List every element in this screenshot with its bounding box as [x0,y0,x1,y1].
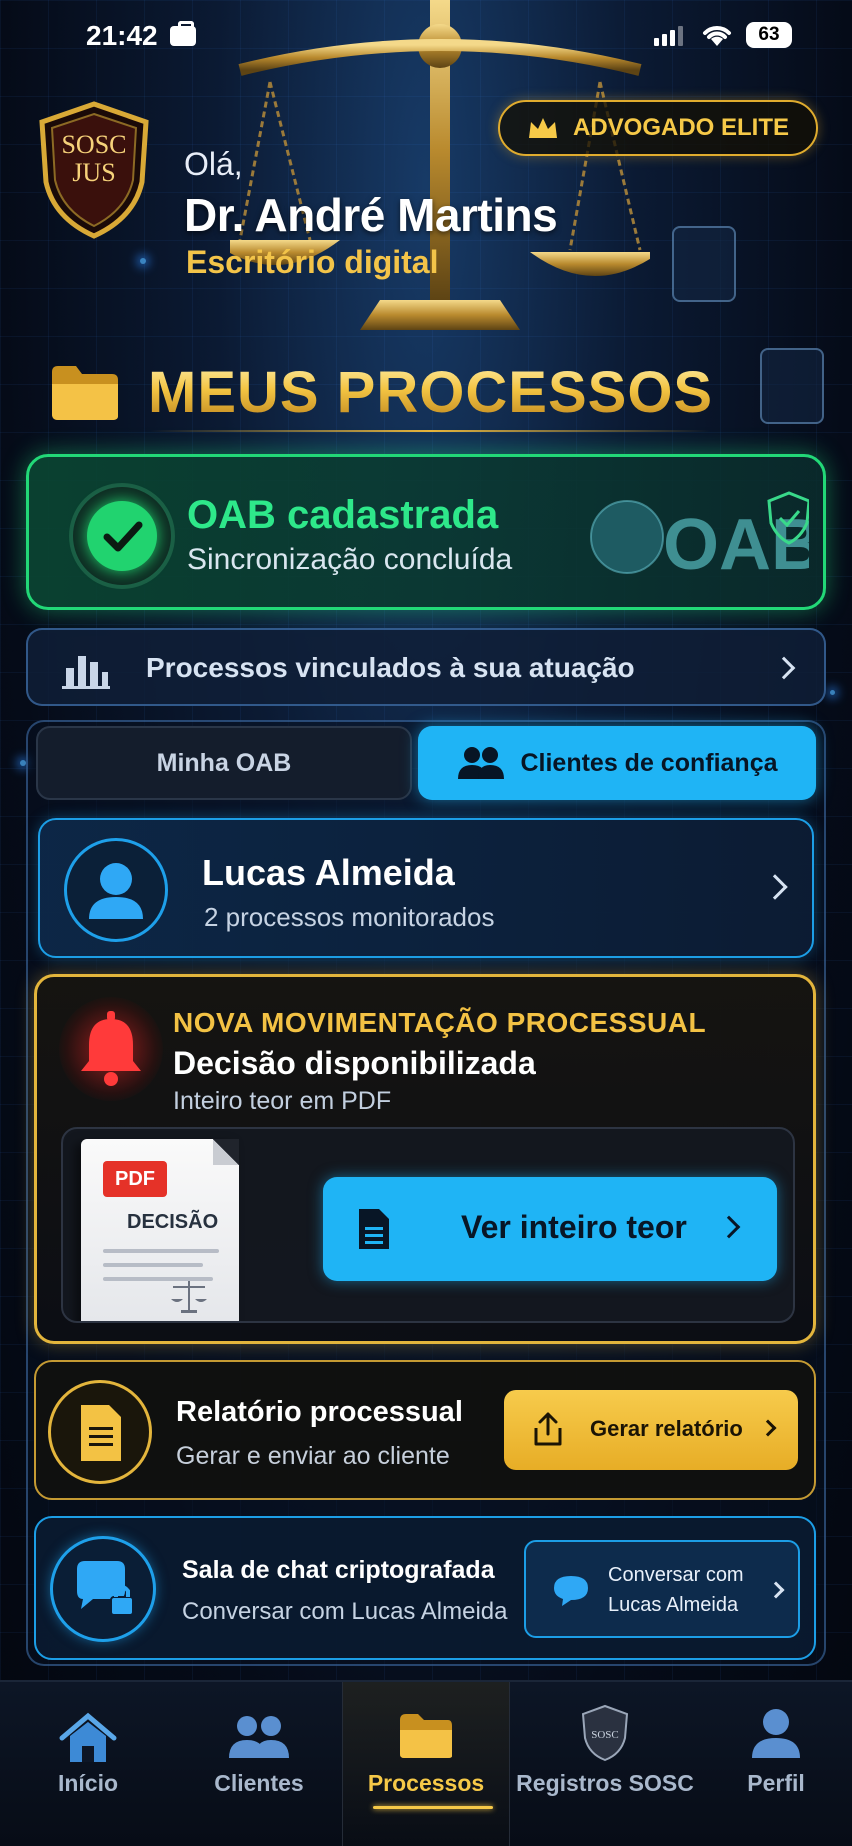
linked-processes-label: Processos vinculados à sua atuação [146,652,635,683]
pdf-text-line [103,1249,219,1253]
report-title: Relatório processual [176,1396,463,1428]
person-icon [89,863,143,919]
nav-label: Clientes [214,1770,304,1796]
shield-icon-text: SOSC [591,1729,619,1741]
users-icon [229,1716,289,1758]
home-icon [59,1712,117,1762]
bell-icon [59,997,163,1101]
person-icon [752,1709,800,1758]
generate-report-button[interactable]: Gerar relatório [504,1390,798,1470]
tab-minha-oab[interactable]: Minha OAB [36,726,412,800]
folder-icon [52,366,118,420]
report-document-icon [48,1380,152,1484]
share-icon [534,1412,562,1446]
alert-subtitle: Inteiro teor em PDF [173,1087,392,1115]
pdf-tag: PDF [103,1161,167,1197]
active-indicator [373,1806,493,1809]
bottom-navigation: Início Clientes Processos SOSC Registros… [0,1680,852,1846]
shield-icon [672,226,736,302]
chat-button-label-line2: Lucas Almeida [608,1594,739,1616]
bar-chart-icon [62,656,110,689]
nav-item-registros-sosc[interactable]: SOSC Registros SOSC [510,1682,700,1846]
chevron-right-icon [759,1419,777,1437]
pdf-label: DECISÃO [127,1211,219,1233]
crown-icon [528,118,557,138]
oab-logo: OAB [590,491,809,583]
shield-icon [760,348,824,424]
process-movement-alert: NOVA MOVIMENTAÇÃO PROCESSUAL Decisão dis… [34,974,816,1344]
nav-label: Registros SOSC [516,1770,694,1796]
tab-clientes-de-confianca[interactable]: Clientes de confiança [418,726,816,800]
status-time: 21:42 [86,20,158,51]
view-full-text-label: Ver inteiro teor [461,1209,687,1245]
report-subtitle: Gerar e enviar ao cliente [176,1442,450,1470]
nav-label: Início [57,1770,119,1796]
section-divider [150,430,710,432]
nav-item-perfil[interactable]: Perfil [700,1682,852,1846]
tab-label: Clientes de confiança [520,748,778,777]
scales-icon [171,1281,207,1313]
check-icon [69,483,175,589]
pdf-preview-box: PDF DECISÃO Ver inteiro teor [61,1127,795,1323]
linked-processes-row[interactable]: Processos vinculados à sua atuação [26,628,826,706]
client-card[interactable]: Lucas Almeida 2 processos monitorados [38,818,814,958]
sosc-jus-logo: SOSC JUS [36,100,152,240]
chat-button-label-line1: Conversar com [608,1564,744,1586]
chat-subtitle: Conversar com Lucas Almeida [182,1598,508,1625]
avatar [64,838,168,942]
view-full-text-button[interactable]: Ver inteiro teor [323,1177,777,1281]
oab-status-card: OAB cadastrada Sincronização concluída O… [26,454,826,610]
chat-bubble-icon [554,1576,588,1606]
scales-of-justice-icon [230,0,650,330]
chevron-right-icon [772,656,796,680]
encrypted-chat-card: Sala de chat criptografada Conversar com… [34,1516,816,1660]
users-icon [458,747,505,779]
chat-with-client-button[interactable]: Conversar com Lucas Almeida [524,1540,800,1638]
nav-item-processos[interactable]: Processos [342,1682,510,1846]
shield-icon: SOSC [581,1704,629,1762]
cellular-signal-icon [654,24,683,46]
briefcase-icon [170,21,196,46]
folder-icon [400,1714,452,1758]
nav-item-clientes[interactable]: Clientes [176,1682,342,1846]
section-title: MEUS PROCESSOS [50,352,740,432]
user-name: Dr. André Martins [184,189,558,241]
nav-label: Processos [367,1770,485,1796]
battery-indicator: 63 [746,22,792,48]
background-light [140,258,146,264]
nav-item-inicio[interactable]: Início [0,1682,176,1846]
pdf-document-icon: PDF DECISÃO [81,1139,239,1321]
chevron-right-icon [762,874,788,900]
report-card: Relatório processual Gerar e enviar ao c… [34,1360,816,1500]
chat-title: Sala de chat criptografada [182,1556,495,1584]
alert-kicker: NOVA MOVIMENTAÇÃO PROCESSUAL [173,1007,707,1038]
tab-label: Minha OAB [156,748,292,777]
pdf-text-line [103,1263,203,1267]
oab-title: OAB cadastrada [187,493,499,537]
elite-badge-label: ADVOGADO ELITE [572,114,789,141]
section-title-text: MEUS PROCESSOS [148,359,714,425]
chevron-right-icon [767,1581,785,1599]
oab-subtitle: Sincronização concluída [187,543,513,576]
wifi-icon [703,26,731,46]
background-light [830,690,835,695]
elite-badge: ADVOGADO ELITE [498,100,818,156]
client-name: Lucas Almeida [202,852,455,893]
user-subtitle: Escritório digital [186,244,439,280]
logo-text: SOSC [61,130,127,159]
chevron-right-icon [717,1215,741,1239]
nav-label: Perfil [747,1770,805,1796]
client-subtitle: 2 processos monitorados [204,902,495,932]
generate-report-label: Gerar relatório [590,1416,743,1441]
logo-text: JUS [72,158,116,187]
alert-title: Decisão disponibilizada [173,1045,536,1081]
secure-chat-icon [50,1536,156,1642]
greeting: Olá, [184,146,243,182]
oab-logo-text: OAB [663,505,809,583]
document-icon [359,1209,389,1249]
